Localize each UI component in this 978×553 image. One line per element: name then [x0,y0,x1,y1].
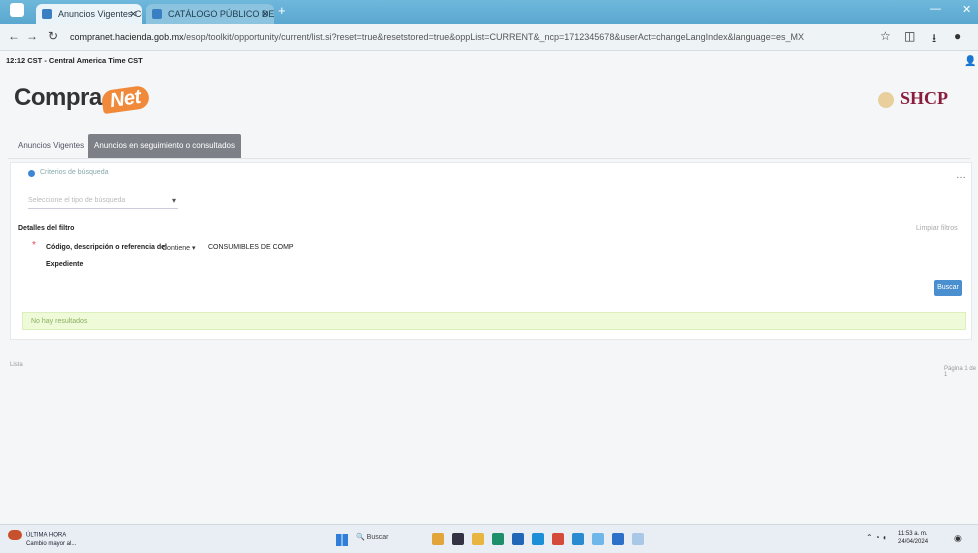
chevron-down-icon: ▾ [171,196,176,205]
code-field-label-line2: Expediente [46,261,84,268]
search-type-select[interactable]: Seleccione el tipo de búsqueda ▾ [28,194,178,209]
shcp-logo: SHCP [900,88,949,108]
clock[interactable]: 11:53 a. m. 24/04/2024 [898,530,928,546]
tab-anuncios-vigentes[interactable]: Anuncios Vigentes [12,134,90,158]
list-section-label: Lista [10,362,23,368]
edge-icon[interactable] [492,533,504,545]
pagination-text: Página 1 de 1 [944,366,977,378]
taskbar-search-label: Buscar [366,534,389,541]
shcp-seal-icon [878,92,894,108]
favicon-icon [152,9,162,19]
app-icon[interactable] [612,533,624,545]
browser-tab[interactable]: CATÁLOGO PÚBLICO DE COM ✕ [146,4,274,24]
app-icon[interactable] [532,533,544,545]
extensions-icon[interactable]: ◫ [904,29,915,43]
close-tab-icon[interactable]: ✕ [129,4,137,24]
tab-anuncios-seguimiento[interactable]: Anuncios en seguimiento o consultados [88,134,241,158]
clear-filters-link[interactable]: Limpiar filtros [916,225,958,232]
window-menu-icon[interactable] [10,3,24,17]
file-explorer-icon[interactable] [472,533,484,545]
logo-net: Net [100,84,150,115]
search-criteria-label: Criterios de búsqueda [40,169,109,176]
back-icon[interactable]: ← [8,29,20,43]
browser-tab-bar: Anuncios Vigentes CompraNet ✕ CATÁLOGO P… [0,0,978,24]
start-icon[interactable] [336,534,348,546]
star-icon[interactable]: ☆ [880,29,891,43]
news-widget[interactable]: ÚLTIMA HORA Cambio mayor al... [8,530,76,548]
search-button[interactable]: Buscar [934,280,962,296]
app-icon[interactable] [632,533,644,545]
logo-text: Compra [14,84,102,111]
timezone-text: 12:12 CST - Central America Time CST [6,56,143,65]
system-tray-icons[interactable]: ⌃ ◔ ◖ [866,533,887,542]
forward-icon[interactable]: → [26,29,38,43]
clock-date: 24/04/2024 [898,539,929,545]
page-tabs: Anuncios Vigentes Anuncios en seguimient… [8,132,970,159]
compranet-logo: Compra Net [14,84,150,115]
reload-icon[interactable]: ↻ [48,29,58,43]
browser-address-bar: ← → ↻ compranet.hacienda.gob.mx/esop/too… [0,24,978,51]
news-title: ÚLTIMA HORA [26,532,67,539]
news-icon [8,530,22,540]
required-marker-icon: * [32,240,36,251]
os-taskbar: ÚLTIMA HORA Cambio mayor al... 🔍 Buscar … [0,524,978,553]
taskbar-search[interactable]: 🔍 Buscar [356,533,388,541]
new-tab-button[interactable]: + [278,3,286,18]
clock-time: 11:53 a. m. [898,531,928,537]
notification-icon[interactable]: ◉ [954,533,962,544]
app-icon[interactable] [452,533,464,545]
app-icon[interactable] [572,533,584,545]
operator-select[interactable]: Contiene ▾ [162,244,196,252]
app-icon[interactable] [432,533,444,545]
no-results-alert: No hay resultados [22,312,966,330]
download-icon[interactable]: ⭳ [932,29,936,50]
select-placeholder: Seleccione el tipo de búsqueda [28,197,126,204]
filter-details-title: Detalles del filtro [18,225,75,232]
app-icon[interactable] [592,533,604,545]
url-field[interactable]: compranet.hacienda.gob.mx/esop/toolkit/o… [70,29,860,45]
news-subtitle: Cambio mayor al... [26,541,77,547]
app-icon[interactable] [512,533,524,545]
operator-value: Contiene [162,245,191,252]
browser-tab-label: CATÁLOGO PÚBLICO DE COM [168,9,274,19]
minimize-icon[interactable]: — [930,3,941,15]
search-criteria-radio[interactable] [28,170,35,177]
close-tab-icon[interactable]: ✕ [261,4,269,24]
app-icon[interactable] [552,533,564,545]
user-icon[interactable]: 👤 [964,56,976,67]
favicon-icon [42,9,52,19]
close-window-icon[interactable]: ✕ [962,3,971,16]
url-host: compranet.hacienda.gob.mx [70,32,184,42]
code-field-label: Código, descripción o referencia del [46,244,167,251]
code-input[interactable]: CONSUMIBLES DE COMP [208,244,294,251]
more-options-icon[interactable]: … [956,170,966,181]
profile-icon[interactable]: ● [954,29,961,43]
url-path: /esop/toolkit/opportunity/current/list.s… [183,32,804,42]
browser-tab-active[interactable]: Anuncios Vigentes CompraNet ✕ [36,4,142,24]
